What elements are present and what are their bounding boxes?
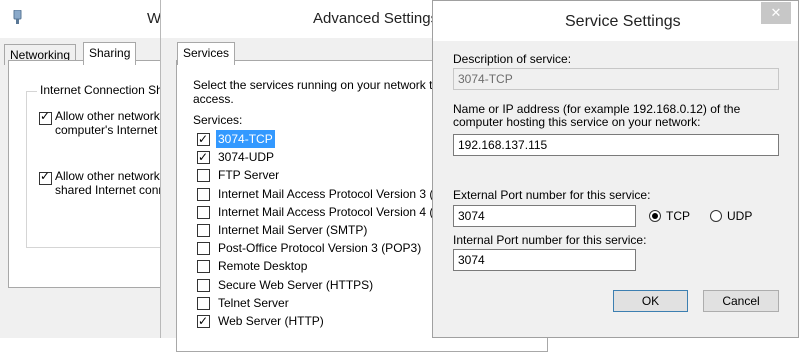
allow-control-label: Allow other network u [55,169,170,183]
sharing-panel: Internet Connection Sha ✓ Allow other ne… [8,60,188,288]
checkmark-icon: ✓ [198,314,209,328]
host-label: Name or IP address (for example 192.168.… [453,102,741,116]
service-row[interactable]: Telnet Server [197,294,437,312]
service-settings-titlebar[interactable]: Service Settings ✕ [433,1,798,41]
services-label: Services: [193,113,243,127]
service-label: Post-Office Protocol Version 3 (POP3) [218,241,422,256]
host-label-2: computer hosting this service on your ne… [453,115,701,129]
service-checkbox[interactable] [197,205,210,219]
properties-window: W Networking Sharing Internet Connection… [0,0,188,338]
cancel-button[interactable]: Cancel [703,290,779,312]
checkmark-icon: ✓ [198,150,209,165]
external-port-field[interactable]: 3074 [453,205,636,227]
service-label: Remote Desktop [218,259,308,274]
service-row[interactable]: ✓ 3074-TCP [197,130,437,148]
advanced-settings-title: Advanced Settings [313,10,439,27]
service-label: Internet Mail Server (SMTP) [218,223,368,237]
allow-connect-checkbox[interactable]: ✓ [39,109,52,125]
services-instruction-2: access. [193,92,234,106]
external-port-label: External Port number for this service: [453,188,651,202]
service-row[interactable]: Internet Mail Access Protocol Version 3 … [197,185,447,203]
allow-connect-label: Allow other network u [55,109,170,123]
udp-label: UDP [727,209,753,223]
tab-services[interactable]: Services [177,42,236,65]
service-row[interactable]: Secure Web Server (HTTPS) [197,276,437,294]
service-row[interactable]: ✓ Web Server (HTTP) [197,312,437,330]
service-checkbox[interactable] [197,260,210,274]
close-button[interactable]: ✕ [761,2,791,24]
service-row[interactable]: Post-Office Protocol Version 3 (POP3) [197,239,437,257]
radio-selected-dot [652,213,658,219]
allow-control-checkbox[interactable]: ✓ [39,169,52,185]
ok-button[interactable]: OK [613,290,688,312]
close-icon: ✕ [770,5,782,20]
network-adapter-icon [13,10,22,24]
service-row[interactable]: Internet Mail Server (SMTP) [197,221,437,239]
service-label: 3074-UDP [218,150,275,165]
allow-connect-label-2: computer's Internet c [55,123,167,137]
service-label: Telnet Server [218,295,289,310]
service-label: Internet Mail Access Protocol Version 3 … [218,186,447,201]
service-checkbox[interactable] [197,187,210,201]
allow-control-label-2: shared Internet conn [55,183,166,197]
service-label: 3074-TCP [216,130,275,148]
service-checkbox[interactable] [197,278,210,292]
tcp-radio[interactable] [649,210,661,222]
checkmark-icon: ✓ [198,132,209,146]
service-checkbox[interactable] [197,296,210,310]
service-row[interactable]: ✓ 3074-UDP [197,148,437,166]
internal-port-field[interactable]: 3074 [453,249,636,271]
description-label: Description of service: [453,52,572,66]
service-row[interactable]: Remote Desktop [197,257,437,275]
service-checkbox[interactable] [197,242,210,256]
service-row[interactable]: FTP Server [197,166,437,184]
host-address-field[interactable]: 192.168.137.115 [453,134,779,156]
service-checkbox[interactable] [197,224,210,237]
tcp-label: TCP [666,209,690,223]
service-label: Internet Mail Access Protocol Version 4 … [218,204,447,219]
properties-client: Networking Sharing Internet Connection S… [0,38,188,338]
service-settings-title: Service Settings [565,13,681,30]
internal-port-label: Internal Port number for this service: [453,233,647,247]
service-label: Secure Web Server (HTTPS) [218,277,374,292]
checkmark-icon: ✓ [40,169,51,183]
service-settings-client: Description of service: 3074-TCP Name or… [433,41,798,337]
properties-titlebar[interactable]: W [0,0,175,38]
service-checkbox[interactable]: ✓ [197,132,210,146]
ics-group-label: Internet Connection Sha [37,83,173,97]
checkmark-icon: ✓ [40,109,51,123]
tab-sharing[interactable]: Sharing [83,42,137,65]
udp-radio[interactable] [710,210,722,222]
services-instruction: Select the services running on your netw… [193,78,446,92]
service-settings-dialog: Service Settings ✕ Description of servic… [432,0,799,338]
service-label: FTP Server [218,168,280,183]
service-checkbox[interactable]: ✓ [197,150,210,165]
service-label: Web Server (HTTP) [218,314,324,328]
description-field: 3074-TCP [453,68,779,90]
service-checkbox[interactable]: ✓ [197,314,210,328]
service-checkbox[interactable] [197,169,210,183]
service-row[interactable]: Internet Mail Access Protocol Version 4 … [197,203,447,221]
